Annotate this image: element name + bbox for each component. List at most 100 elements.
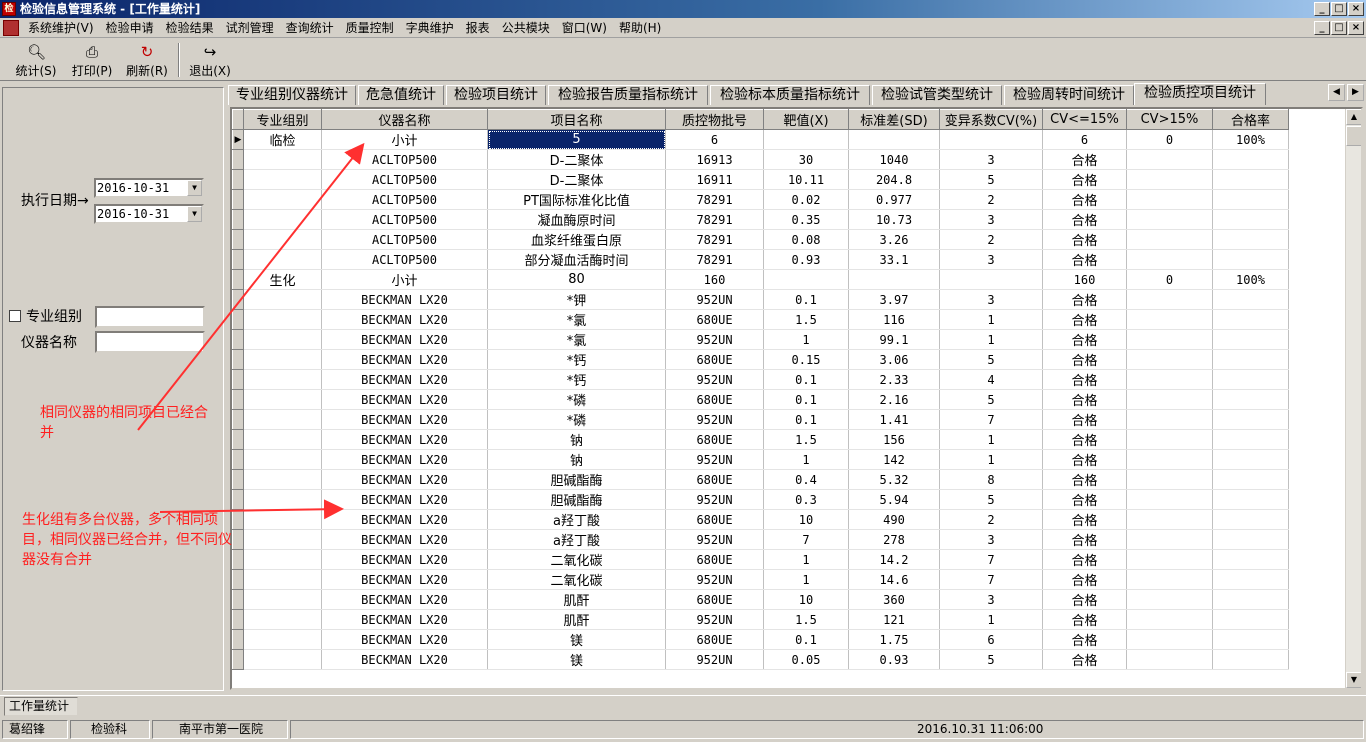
cell-item[interactable]: D-二聚体 (487, 149, 666, 170)
cell-cv-le15[interactable]: 合格 (1042, 369, 1127, 390)
menu-item-10[interactable]: 帮助(H) (613, 18, 667, 38)
cell-target[interactable]: 0.1 (763, 409, 849, 430)
cell-instrument[interactable]: ACLTOP500 (321, 229, 488, 250)
cell-cv-gt15[interactable] (1126, 329, 1213, 350)
cell-cv-le15[interactable]: 合格 (1042, 209, 1127, 230)
cell-instrument[interactable]: ACLTOP500 (321, 169, 488, 190)
cell-cv[interactable]: 7 (939, 549, 1043, 570)
cell-item[interactable]: 血浆纤维蛋白原 (487, 229, 666, 250)
menu-item-4[interactable]: 查询统计 (280, 18, 340, 38)
cell-cv-le15[interactable]: 合格 (1042, 489, 1127, 510)
cell-group[interactable] (243, 389, 322, 410)
cell-cv[interactable]: 2 (939, 189, 1043, 210)
table-row[interactable]: ACLTOP500 D-二聚体 16911 10.11 204.8 5 合格 (232, 169, 1290, 190)
cell-item[interactable]: 肌酐 (487, 589, 666, 610)
cell-pass-rate[interactable] (1212, 509, 1289, 530)
table-row[interactable]: BECKMAN LX20 镁 952UN 0.05 0.93 5 合格 (232, 649, 1290, 670)
column-header-target[interactable]: 靶值(X) (763, 109, 849, 130)
maximize-button[interactable]: □ (1331, 2, 1347, 16)
cell-lot[interactable]: 952UN (665, 489, 764, 510)
cell-pass-rate[interactable] (1212, 309, 1289, 330)
table-row[interactable]: ACLTOP500 血浆纤维蛋白原 78291 0.08 3.26 2 合格 (232, 229, 1290, 250)
row-indicator[interactable] (232, 449, 244, 470)
table-row[interactable]: ACLTOP500 PT国际标准化比值 78291 0.02 0.977 2 合格 (232, 189, 1290, 210)
cell-cv-gt15[interactable] (1126, 589, 1213, 610)
cell-pass-rate[interactable] (1212, 169, 1289, 190)
chevron-down-icon[interactable]: ▼ (187, 180, 202, 196)
cell-cv-gt15[interactable] (1126, 309, 1213, 330)
cell-instrument[interactable]: ACLTOP500 (321, 189, 488, 210)
row-indicator[interactable] (232, 269, 244, 290)
cell-group[interactable] (243, 349, 322, 370)
cell-group[interactable] (243, 569, 322, 590)
cell-lot[interactable]: 952UN (665, 569, 764, 590)
cell-group[interactable]: 临检 (243, 129, 322, 150)
cell-cv-gt15[interactable] (1126, 549, 1213, 570)
cell-pass-rate[interactable] (1212, 149, 1289, 170)
cell-pass-rate[interactable] (1212, 529, 1289, 550)
table-row[interactable]: BECKMAN LX20 *钙 952UN 0.1 2.33 4 合格 (232, 369, 1290, 390)
cell-cv-le15[interactable]: 合格 (1042, 589, 1127, 610)
close-button[interactable]: × (1348, 2, 1364, 16)
table-row[interactable]: BECKMAN LX20 肌酐 680UE 10 360 3 合格 (232, 589, 1290, 610)
cell-item[interactable]: 胆碱酯酶 (487, 489, 666, 510)
table-row[interactable]: BECKMAN LX20 *磷 680UE 0.1 2.16 5 合格 (232, 389, 1290, 410)
cell-pass-rate[interactable] (1212, 549, 1289, 570)
cell-cv-le15[interactable]: 合格 (1042, 169, 1127, 190)
tab-scroll-left-icon[interactable]: ◀ (1328, 84, 1345, 101)
column-header-pass-rate[interactable]: 合格率 (1212, 109, 1289, 130)
table-row[interactable]: BECKMAN LX20 *氯 680UE 1.5 116 1 合格 (232, 309, 1290, 330)
cell-instrument[interactable]: BECKMAN LX20 (321, 329, 488, 350)
cell-target[interactable]: 0.1 (763, 289, 849, 310)
cell-item[interactable]: 镁 (487, 629, 666, 650)
cell-pass-rate[interactable] (1212, 589, 1289, 610)
cell-item[interactable]: D-二聚体 (487, 169, 666, 190)
cell-pass-rate[interactable] (1212, 209, 1289, 230)
cell-instrument[interactable]: BECKMAN LX20 (321, 349, 488, 370)
scroll-up-icon[interactable]: ▲ (1346, 109, 1361, 125)
cell-cv-le15[interactable]: 合格 (1042, 329, 1127, 350)
cell-group[interactable] (243, 449, 322, 470)
menu-item-9[interactable]: 窗口(W) (556, 18, 613, 38)
cell-group[interactable] (243, 649, 322, 670)
row-indicator[interactable] (232, 429, 244, 450)
cell-cv[interactable]: 3 (939, 529, 1043, 550)
cell-group[interactable] (243, 469, 322, 490)
cell-instrument[interactable]: BECKMAN LX20 (321, 469, 488, 490)
stats-button[interactable]: 🔍︎ 统计(S) (10, 41, 62, 79)
cell-item[interactable]: 肌酐 (487, 609, 666, 630)
row-indicator[interactable] (232, 389, 244, 410)
cell-lot[interactable]: 680UE (665, 589, 764, 610)
tab-critical-value-stats[interactable]: 危急值统计 (358, 85, 444, 105)
menu-item-6[interactable]: 字典维护 (400, 18, 460, 38)
cell-instrument[interactable]: BECKMAN LX20 (321, 409, 488, 430)
cell-target[interactable]: 0.4 (763, 469, 849, 490)
cell-instrument[interactable]: BECKMAN LX20 (321, 549, 488, 570)
cell-target[interactable]: 0.15 (763, 349, 849, 370)
cell-item[interactable]: PT国际标准化比值 (487, 189, 666, 210)
cell-target[interactable]: 1.5 (763, 309, 849, 330)
cell-lot[interactable]: 160 (665, 269, 764, 290)
cell-target[interactable]: 0.1 (763, 629, 849, 650)
row-indicator[interactable] (232, 209, 244, 230)
cell-item[interactable]: *氯 (487, 309, 666, 330)
cell-cv[interactable]: 7 (939, 569, 1043, 590)
scroll-thumb[interactable] (1346, 126, 1361, 146)
cell-cv[interactable]: 3 (939, 149, 1043, 170)
cell-item[interactable]: 镁 (487, 649, 666, 670)
group-input[interactable] (95, 306, 205, 328)
cell-lot[interactable]: 78291 (665, 249, 764, 270)
cell-lot[interactable]: 952UN (665, 449, 764, 470)
cell-sd[interactable]: 3.97 (848, 289, 940, 310)
tab-scroll-right-icon[interactable]: ▶ (1347, 84, 1364, 101)
table-row[interactable]: BECKMAN LX20 a羟丁酸 952UN 7 278 3 合格 (232, 529, 1290, 550)
table-row[interactable]: ACLTOP500 凝血酶原时间 78291 0.35 10.73 3 合格 (232, 209, 1290, 230)
cell-cv[interactable]: 8 (939, 469, 1043, 490)
cell-instrument[interactable]: BECKMAN LX20 (321, 509, 488, 530)
table-row[interactable]: BECKMAN LX20 钠 952UN 1 142 1 合格 (232, 449, 1290, 470)
table-row[interactable]: BECKMAN LX20 *钾 952UN 0.1 3.97 3 合格 (232, 289, 1290, 310)
row-indicator[interactable] (232, 509, 244, 530)
qc-stats-grid[interactable]: 专业组别 仪器名称 项目名称 质控物批号 靶值(X) 标准差(SD) 变异系数CV(%) CV… (230, 107, 1363, 690)
cell-cv-le15[interactable]: 合格 (1042, 649, 1127, 670)
tab-qc-item-stats[interactable]: 检验质控项目统计 (1134, 83, 1266, 105)
